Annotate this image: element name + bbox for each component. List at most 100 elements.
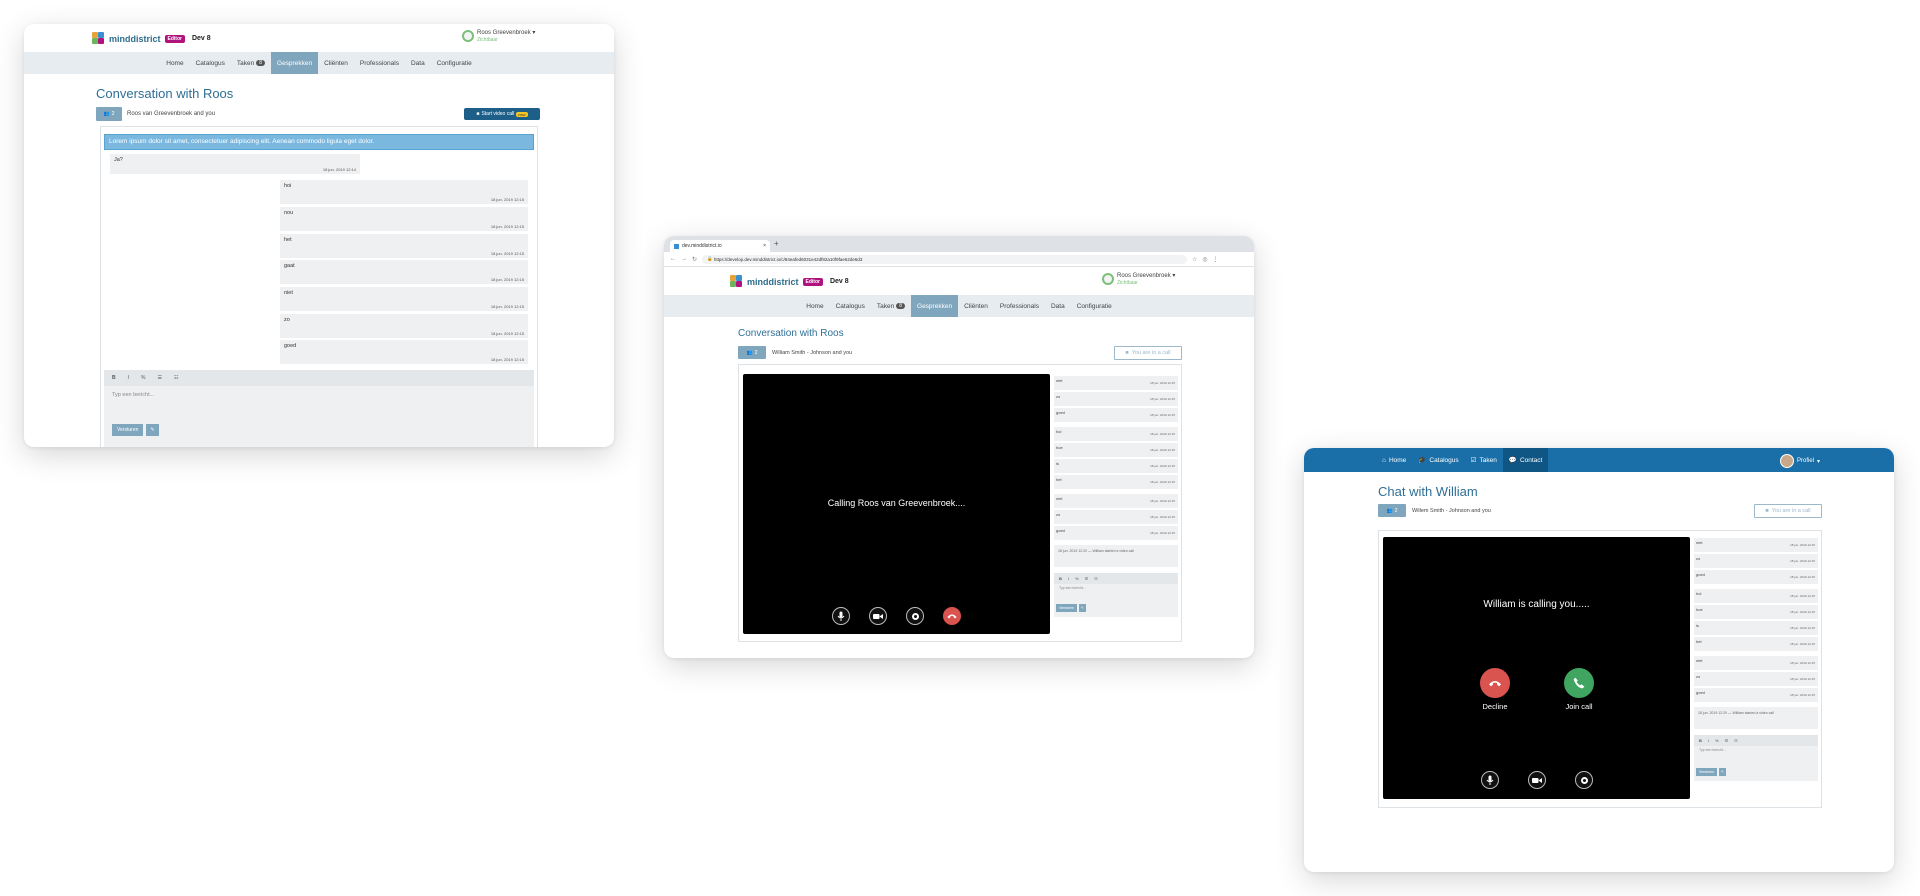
settings-button[interactable] [906, 607, 924, 625]
participants-count: 2 [754, 349, 758, 356]
browser-tab[interactable]: dev.minddistrict.io × [670, 240, 770, 252]
message-text: niet [1056, 496, 1063, 501]
toggle-camera-button[interactable] [869, 607, 887, 625]
bullet-list-button[interactable]: ☰ [157, 375, 161, 381]
main-nav: Home Catalogus Taken 8 Gesprekken Cliënte… [664, 295, 1254, 317]
brand-name: minddistrict [747, 276, 799, 287]
bold-button[interactable]: B [112, 375, 116, 381]
nav-catalogus[interactable]: Catalogus [830, 295, 871, 317]
numbered-list-button[interactable]: ☷ [174, 375, 178, 381]
url-text: https://develop.dev.minddistrict.io/c/84… [713, 256, 863, 262]
nav-taken[interactable]: Taken 8 [231, 52, 271, 74]
brand-logo[interactable]: minddistrict Editor Dev 8 [92, 32, 211, 45]
star-icon[interactable]: ☆ [1192, 256, 1197, 263]
italic-button[interactable]: I [128, 375, 129, 381]
nav-gesprekken[interactable]: Gesprekken [911, 295, 959, 317]
favicon-icon [674, 243, 679, 249]
nav-contact[interactable]: 💬 Contact [1502, 448, 1549, 472]
message-time: 18 jun. 2019 12:15 [1150, 432, 1175, 436]
numbered-list-button[interactable]: ☷ [1734, 738, 1738, 743]
italic-button[interactable]: I [1068, 576, 1069, 581]
message-input[interactable]: Typ een bericht... [104, 386, 534, 424]
nav-home[interactable]: ⌂ Home [1376, 448, 1412, 472]
send-button[interactable]: Versturen [1696, 768, 1717, 776]
menu-dots-icon[interactable]: ⋮ [1213, 256, 1219, 263]
message-text: hoe [1056, 445, 1063, 450]
message-input[interactable]: Typ een bericht... [1054, 584, 1178, 604]
message-item: goed 18 jun. 2019 12:15 [1054, 526, 1178, 540]
decline-call-button[interactable] [1480, 668, 1510, 698]
message-input[interactable]: Typ een bericht... [1694, 746, 1818, 768]
link-button[interactable]: % [1715, 738, 1719, 743]
start-video-call-button[interactable]: ■ Start video call new [464, 108, 540, 120]
chevron-down-icon: ▾ [1817, 458, 1821, 465]
message-item: niet 18 jun. 2019 12:15 [1694, 656, 1818, 670]
close-tab-icon[interactable]: × [763, 243, 766, 249]
participants-button[interactable]: 👥 2 [96, 107, 122, 121]
message-item: is 18 jun. 2019 12:15 [1694, 621, 1818, 635]
bullet-list-button[interactable]: ☰ [1085, 576, 1089, 581]
bullet-list-button[interactable]: ☰ [1725, 738, 1729, 743]
address-bar[interactable]: 🔒 https://develop.dev.minddistrict.io/c/… [702, 254, 1188, 264]
user-menu[interactable]: Roos Greevenbroek ▾ Zichtbaar [1102, 273, 1175, 286]
message-item: goed 18 jun. 2019 12:15 [1054, 408, 1178, 422]
participants-button[interactable]: 👥 2 [738, 346, 766, 359]
nav-home[interactable]: Home [160, 52, 189, 74]
message-item: niet 18 jun. 2019 12:15 [1054, 494, 1178, 508]
attach-button[interactable]: ✎ [1718, 768, 1726, 776]
toggle-camera-button[interactable] [1528, 771, 1546, 789]
screenshot-card-1: minddistrict Editor Dev 8 Roos Greevenbr… [24, 24, 614, 447]
reload-icon[interactable]: ↻ [692, 256, 697, 263]
nav-configuratie[interactable]: Configuratie [1071, 295, 1118, 317]
nav-professionals[interactable]: Professionals [354, 52, 405, 74]
app-header: minddistrict Editor Dev 8 Roos Greevenbr… [664, 267, 1254, 295]
microphone-icon [837, 611, 845, 621]
settings-button[interactable] [1575, 771, 1593, 789]
new-tab-icon[interactable]: + [774, 239, 779, 248]
join-call-button[interactable] [1564, 668, 1594, 698]
mute-mic-button[interactable] [1481, 771, 1499, 789]
nav-catalogus[interactable]: Catalogus [190, 52, 231, 74]
forward-icon[interactable]: → [681, 256, 687, 262]
users-icon: 👥 [746, 349, 753, 356]
numbered-list-button[interactable]: ☷ [1094, 576, 1098, 581]
bold-button[interactable]: B [1059, 576, 1062, 581]
participants-button[interactable]: 👥 2 [1378, 504, 1406, 517]
back-icon[interactable]: ← [670, 256, 676, 262]
nav-data[interactable]: Data [405, 52, 431, 74]
nav-catalogus[interactable]: 🎓 Catalogus [1412, 448, 1464, 472]
nav-professionals[interactable]: Professionals [994, 295, 1045, 317]
profile-menu[interactable]: Profiel ▾ [1780, 454, 1820, 468]
attach-button[interactable]: ✎ [1078, 604, 1086, 612]
participants-count: 2 [111, 111, 115, 117]
nav-taken[interactable]: Taken 8 [871, 295, 911, 317]
mute-mic-button[interactable] [832, 607, 850, 625]
hang-up-button[interactable] [943, 607, 961, 625]
nav-taken[interactable]: ☑ Taken [1465, 448, 1503, 472]
nav-home[interactable]: Home [800, 295, 829, 317]
video-camera-icon: ■ [1765, 508, 1769, 514]
message-item: nou 18 jun. 2019 12:15 [280, 207, 528, 231]
nav-configuratie[interactable]: Configuratie [431, 52, 478, 74]
link-button[interactable]: % [141, 375, 145, 381]
nav-gesprekken[interactable]: Gesprekken [271, 52, 319, 74]
nav-clienten[interactable]: Cliënten [958, 295, 994, 317]
extension-icon[interactable]: ◎ [1202, 256, 1207, 263]
message-time: 18 jun. 2019 12:15 [1150, 397, 1175, 401]
logo-icon [92, 32, 105, 45]
italic-button[interactable]: I [1708, 738, 1709, 743]
send-button[interactable]: Versturen [1056, 604, 1077, 612]
brand-name: minddistrict [109, 33, 161, 44]
nav-data[interactable]: Data [1045, 295, 1071, 317]
bold-button[interactable]: B [1699, 738, 1702, 743]
send-button[interactable]: Versturen [112, 424, 144, 436]
message-time: 18 jun. 2019 12:15 [1790, 677, 1815, 681]
message-item: zo 18 jun. 2019 12:15 [1694, 554, 1818, 568]
link-button[interactable]: % [1075, 576, 1079, 581]
user-menu[interactable]: Roos Greevenbroek ▾ Zichtbaar [462, 30, 535, 43]
brand-logo[interactable]: minddistrict Editor Dev 8 [730, 275, 849, 288]
nav-clienten[interactable]: Cliënten [318, 52, 354, 74]
attach-button[interactable]: ✎ [146, 424, 159, 436]
message-time: 18 jun. 2019 12:15 [1150, 448, 1175, 452]
compose-box: B I% ☰ ☷ Typ een bericht... Versturen ✎ [1054, 573, 1178, 617]
